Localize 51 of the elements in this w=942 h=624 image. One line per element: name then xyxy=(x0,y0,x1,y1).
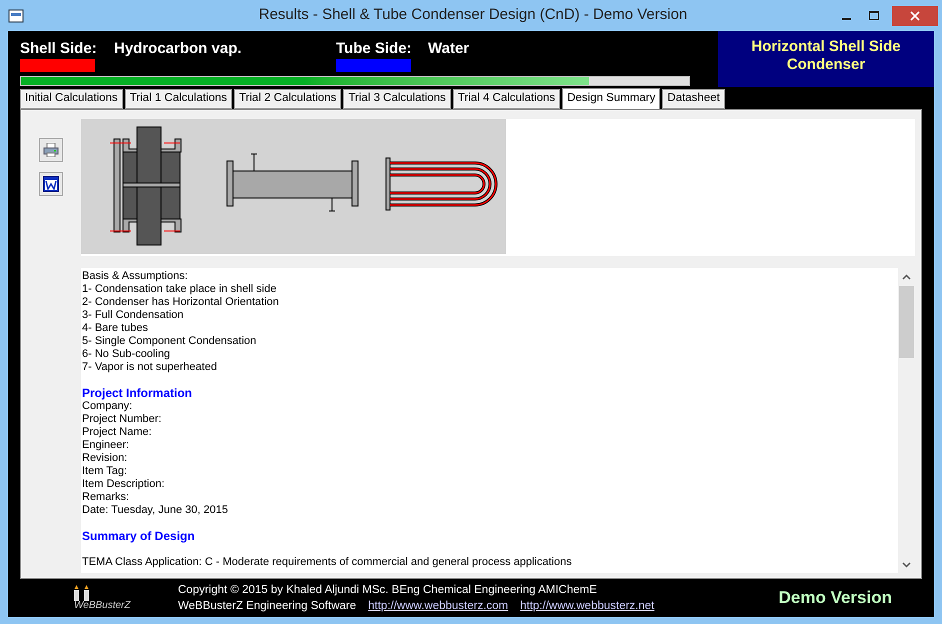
demo-version-label: Demo Version xyxy=(778,587,892,610)
tab[interactable]: Trial 1 Calculations xyxy=(124,89,232,109)
company-name: WeBBusterZ Engineering Software xyxy=(178,599,356,614)
report-line: 1- Condensation take place in shell side xyxy=(82,283,278,296)
document-w-icon xyxy=(43,176,59,192)
report-line: 5- Single Component Condensation xyxy=(82,335,258,348)
report-line: 7- Vapor is not superheated xyxy=(82,361,218,374)
scroll-down-icon xyxy=(902,562,911,568)
tab[interactable]: Trial 4 Calculations xyxy=(452,89,560,109)
window-title: Results - Shell & Tube Condenser Design (CnD) - Demo Version xyxy=(258,5,688,26)
condenser-type-banner: Horizontal Shell Side Condenser xyxy=(718,31,934,87)
report-line: Company: xyxy=(82,400,134,413)
scroll-up-icon xyxy=(902,274,911,280)
report-line: 3- Full Condensation xyxy=(82,309,185,322)
tab[interactable]: Design Summary xyxy=(562,88,660,109)
side-fluid: Water xyxy=(428,40,470,59)
website-link[interactable]: http://www.webbusterz.net xyxy=(520,598,654,614)
close-icon xyxy=(910,10,920,20)
app-icon xyxy=(8,8,24,22)
section-heading: Project Information xyxy=(82,387,194,400)
report-line: Item Description: xyxy=(82,478,166,491)
minimize-icon xyxy=(842,18,850,20)
report-line: Project Number: xyxy=(82,413,162,426)
scroll-thumb[interactable] xyxy=(899,286,914,358)
website-link[interactable]: http://www.webbusterz.com xyxy=(368,598,508,614)
maximize-icon xyxy=(869,11,879,20)
report-line: Basis & Assumptions: xyxy=(82,270,189,283)
side-label: Tube Side: xyxy=(336,40,413,58)
report-line: 2- Condenser has Horizontal Orientation xyxy=(82,296,280,309)
report-line: 6- No Sub-cooling xyxy=(82,348,172,361)
report-line: Date: Tuesday, June 30, 2015 xyxy=(82,504,229,517)
report-line: TEMA Class Application: C - Moderate requirements of commercial and general process applications xyxy=(82,556,573,569)
side-label: Shell Side: xyxy=(20,40,98,58)
side-fluid: Hydrocarbon vap. xyxy=(114,40,243,59)
report-line: Item Tag: xyxy=(82,465,128,478)
printer-icon xyxy=(43,143,59,157)
report-line: Remarks: xyxy=(82,491,130,504)
report-line: Revision: xyxy=(82,452,128,465)
print-button[interactable] xyxy=(39,138,63,162)
word-export-button[interactable] xyxy=(39,172,63,196)
logo-text: WeBBusterZ xyxy=(74,601,130,611)
copyright-text: Copyright © 2015 by Khaled Aljundi MSc. BEng Chemical Engineering AMIChemE xyxy=(178,583,598,598)
section-heading: Summary of Design xyxy=(82,530,196,543)
close-button[interactable] xyxy=(892,6,938,26)
report-line: Engineer: xyxy=(82,439,130,452)
tab[interactable]: Trial 2 Calculations xyxy=(234,89,342,109)
tab[interactable]: Trial 3 Calculations xyxy=(343,89,451,109)
report-line: 4- Bare tubes xyxy=(82,322,150,335)
tab[interactable]: Datasheet xyxy=(662,89,725,109)
tab[interactable]: Initial Calculations xyxy=(20,89,123,109)
report-line: Project Name: xyxy=(82,426,153,439)
